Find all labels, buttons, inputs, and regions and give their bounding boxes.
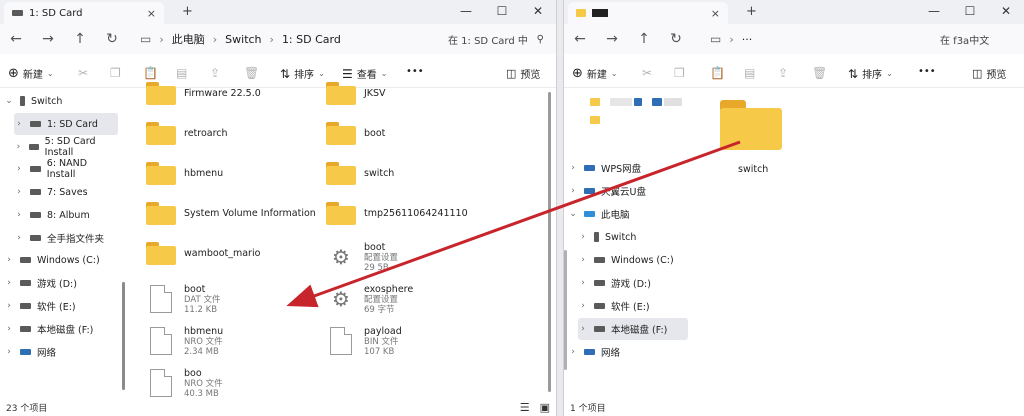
drag-arrow <box>286 140 741 308</box>
drag-arrow-overlay <box>286 140 741 308</box>
